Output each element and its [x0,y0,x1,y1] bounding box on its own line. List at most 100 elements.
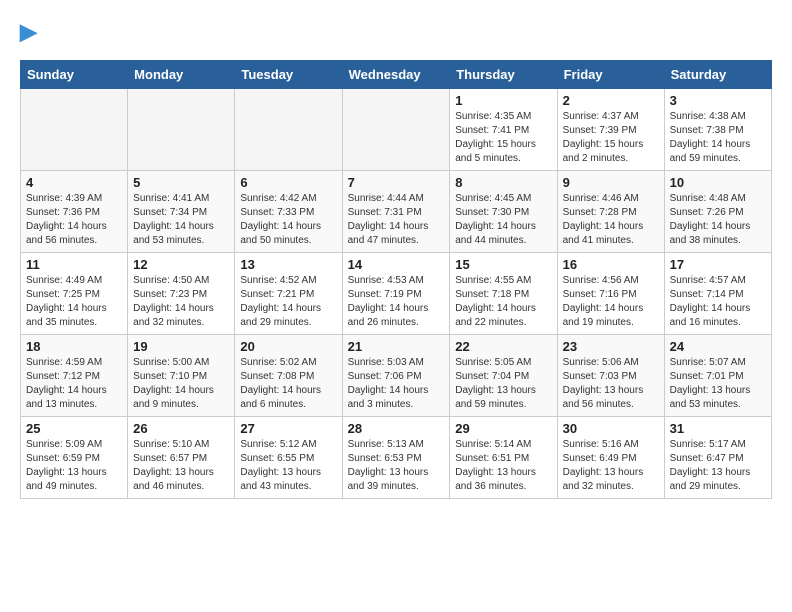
calendar-cell [235,89,342,171]
calendar-cell: 10 Sunrise: 4:48 AM Sunset: 7:26 PM Dayli… [664,171,771,253]
weekday-header-monday: Monday [128,61,235,89]
calendar-cell: 25 Sunrise: 5:09 AM Sunset: 6:59 PM Dayli… [21,417,128,499]
day-number: 23 [563,339,659,354]
day-info: Sunrise: 5:13 AM Sunset: 6:53 PM Dayligh… [348,438,445,494]
day-number: 25 [26,421,122,436]
calendar-cell: 24 Sunrise: 5:07 AM Sunset: 7:01 PM Dayli… [664,335,771,417]
logo-text: ▶ [20,20,37,44]
day-number: 12 [133,257,229,272]
day-number: 1 [455,93,551,108]
day-info: Sunrise: 4:56 AM Sunset: 7:16 PM Dayligh… [563,274,659,330]
calendar-cell: 5 Sunrise: 4:41 AM Sunset: 7:34 PM Daylig… [128,171,235,253]
calendar-week-2: 4 Sunrise: 4:39 AM Sunset: 7:36 PM Daylig… [21,171,772,253]
calendar-cell: 21 Sunrise: 5:03 AM Sunset: 7:06 PM Dayli… [342,335,450,417]
day-info: Sunrise: 4:39 AM Sunset: 7:36 PM Dayligh… [26,192,122,248]
day-number: 17 [670,257,766,272]
calendar-cell: 9 Sunrise: 4:46 AM Sunset: 7:28 PM Daylig… [557,171,664,253]
day-number: 27 [240,421,336,436]
day-number: 22 [455,339,551,354]
logo: ▶ [20,20,37,44]
day-info: Sunrise: 4:55 AM Sunset: 7:18 PM Dayligh… [455,274,551,330]
day-info: Sunrise: 4:44 AM Sunset: 7:31 PM Dayligh… [348,192,445,248]
day-info: Sunrise: 4:46 AM Sunset: 7:28 PM Dayligh… [563,192,659,248]
calendar-cell: 23 Sunrise: 5:06 AM Sunset: 7:03 PM Dayli… [557,335,664,417]
calendar-cell: 18 Sunrise: 4:59 AM Sunset: 7:12 PM Dayli… [21,335,128,417]
day-info: Sunrise: 4:50 AM Sunset: 7:23 PM Dayligh… [133,274,229,330]
day-number: 14 [348,257,445,272]
day-number: 24 [670,339,766,354]
day-number: 26 [133,421,229,436]
calendar-cell: 16 Sunrise: 4:56 AM Sunset: 7:16 PM Dayli… [557,253,664,335]
day-info: Sunrise: 4:52 AM Sunset: 7:21 PM Dayligh… [240,274,336,330]
day-number: 29 [455,421,551,436]
day-info: Sunrise: 5:02 AM Sunset: 7:08 PM Dayligh… [240,356,336,412]
day-number: 3 [670,93,766,108]
day-number: 20 [240,339,336,354]
day-number: 30 [563,421,659,436]
day-info: Sunrise: 5:10 AM Sunset: 6:57 PM Dayligh… [133,438,229,494]
day-info: Sunrise: 4:48 AM Sunset: 7:26 PM Dayligh… [670,192,766,248]
day-info: Sunrise: 5:05 AM Sunset: 7:04 PM Dayligh… [455,356,551,412]
day-number: 10 [670,175,766,190]
calendar-cell: 15 Sunrise: 4:55 AM Sunset: 7:18 PM Dayli… [450,253,557,335]
calendar-cell: 17Sunrise: 4:57 AM Sunset: 7:14 PM Dayli… [664,253,771,335]
calendar-cell: 2 Sunrise: 4:37 AM Sunset: 7:39 PM Daylig… [557,89,664,171]
day-info: Sunrise: 4:38 AM Sunset: 7:38 PM Dayligh… [670,110,766,166]
day-info: Sunrise: 5:16 AM Sunset: 6:49 PM Dayligh… [563,438,659,494]
calendar-cell: 6Sunrise: 4:42 AM Sunset: 7:33 PM Daylig… [235,171,342,253]
calendar-week-4: 18 Sunrise: 4:59 AM Sunset: 7:12 PM Dayli… [21,335,772,417]
calendar-cell: 13 Sunrise: 4:52 AM Sunset: 7:21 PM Dayli… [235,253,342,335]
calendar-cell: 31 Sunrise: 5:17 AM Sunset: 6:47 PM Dayli… [664,417,771,499]
calendar-cell: 19 Sunrise: 5:00 AM Sunset: 7:10 PM Dayli… [128,335,235,417]
day-number: 19 [133,339,229,354]
day-info: Sunrise: 4:59 AM Sunset: 7:12 PM Dayligh… [26,356,122,412]
day-number: 7 [348,175,445,190]
day-number: 4 [26,175,122,190]
calendar-cell: 3 Sunrise: 4:38 AM Sunset: 7:38 PM Daylig… [664,89,771,171]
day-number: 18 [26,339,122,354]
calendar-week-3: 11 Sunrise: 4:49 AM Sunset: 7:25 PM Dayli… [21,253,772,335]
day-number: 9 [563,175,659,190]
weekday-header-friday: Friday [557,61,664,89]
day-number: 8 [455,175,551,190]
calendar-cell: 22 Sunrise: 5:05 AM Sunset: 7:04 PM Dayli… [450,335,557,417]
calendar-cell: 11 Sunrise: 4:49 AM Sunset: 7:25 PM Dayli… [21,253,128,335]
day-number: 31 [670,421,766,436]
day-info: Sunrise: 5:07 AM Sunset: 7:01 PM Dayligh… [670,356,766,412]
day-info: Sunrise: 5:09 AM Sunset: 6:59 PM Dayligh… [26,438,122,494]
day-number: 2 [563,93,659,108]
calendar-week-1: 1Sunrise: 4:35 AM Sunset: 7:41 PM Daylig… [21,89,772,171]
day-number: 13 [240,257,336,272]
calendar-cell: 20 Sunrise: 5:02 AM Sunset: 7:08 PM Dayli… [235,335,342,417]
day-number: 5 [133,175,229,190]
day-number: 11 [26,257,122,272]
calendar-cell: 14Sunrise: 4:53 AM Sunset: 7:19 PM Dayli… [342,253,450,335]
day-info: Sunrise: 5:03 AM Sunset: 7:06 PM Dayligh… [348,356,445,412]
calendar-cell: 12 Sunrise: 4:50 AM Sunset: 7:23 PM Dayli… [128,253,235,335]
day-info: Sunrise: 4:41 AM Sunset: 7:34 PM Dayligh… [133,192,229,248]
day-info: Sunrise: 5:12 AM Sunset: 6:55 PM Dayligh… [240,438,336,494]
day-number: 15 [455,257,551,272]
calendar-cell: 7 Sunrise: 4:44 AM Sunset: 7:31 PM Daylig… [342,171,450,253]
day-info: Sunrise: 5:06 AM Sunset: 7:03 PM Dayligh… [563,356,659,412]
weekday-header-saturday: Saturday [664,61,771,89]
weekday-header-thursday: Thursday [450,61,557,89]
day-info: Sunrise: 5:00 AM Sunset: 7:10 PM Dayligh… [133,356,229,412]
calendar-week-5: 25 Sunrise: 5:09 AM Sunset: 6:59 PM Dayli… [21,417,772,499]
calendar-cell: 27 Sunrise: 5:12 AM Sunset: 6:55 PM Dayli… [235,417,342,499]
day-number: 21 [348,339,445,354]
weekday-header-sunday: Sunday [21,61,128,89]
weekday-header-tuesday: Tuesday [235,61,342,89]
page-header: ▶ [20,20,772,44]
calendar-header-row: SundayMondayTuesdayWednesdayThursdayFrid… [21,61,772,89]
calendar-cell: 26 Sunrise: 5:10 AM Sunset: 6:57 PM Dayli… [128,417,235,499]
calendar-cell: 8Sunrise: 4:45 AM Sunset: 7:30 PM Daylig… [450,171,557,253]
day-number: 16 [563,257,659,272]
day-info: Sunrise: 5:17 AM Sunset: 6:47 PM Dayligh… [670,438,766,494]
day-info: Sunrise: 4:49 AM Sunset: 7:25 PM Dayligh… [26,274,122,330]
calendar-cell [342,89,450,171]
day-info: Sunrise: 4:37 AM Sunset: 7:39 PM Dayligh… [563,110,659,166]
calendar-cell: 30 Sunrise: 5:16 AM Sunset: 6:49 PM Dayli… [557,417,664,499]
day-number: 6 [240,175,336,190]
calendar-cell [128,89,235,171]
